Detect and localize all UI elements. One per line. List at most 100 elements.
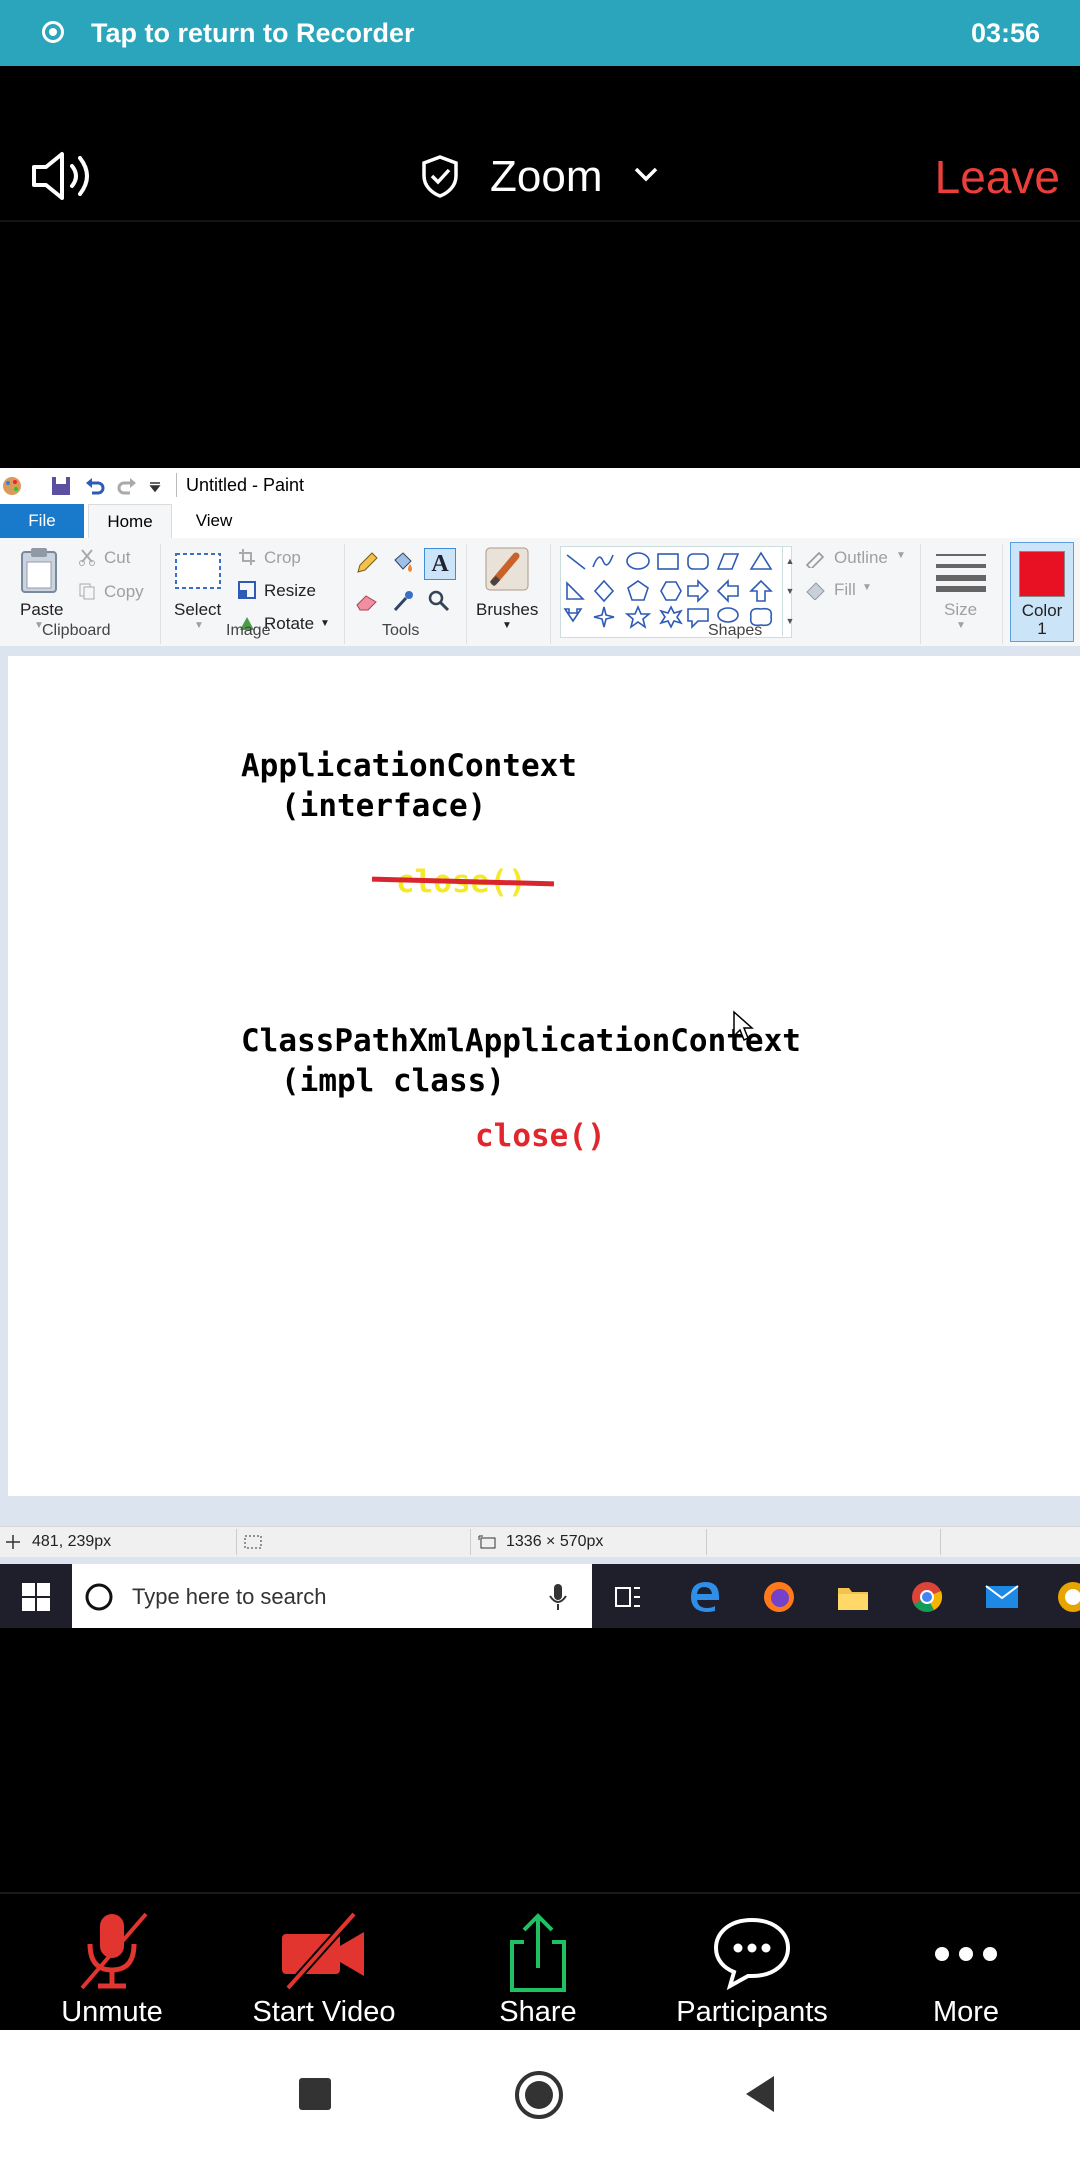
canvas-area: ApplicationContext (interface) close() C… [0,646,1080,1586]
drawing-canvas[interactable]: ApplicationContext (interface) close() C… [8,656,1080,1496]
windows-start-icon[interactable] [22,1583,50,1611]
save-icon[interactable] [50,475,72,497]
shared-screen-paint: Untitled - Paint File Home View Paste ▼ … [0,468,1080,1628]
outline-button[interactable]: Outline [834,548,888,568]
image-group-label: Image [226,622,271,639]
copy-icon[interactable] [78,582,96,600]
participants-button[interactable]: Participants [644,1894,860,2034]
tab-view[interactable]: View [176,504,252,538]
color-1-label: Color [1021,601,1063,620]
recents-button-icon[interactable] [299,2078,331,2110]
paste-button[interactable]: Paste [20,600,63,620]
meeting-title[interactable]: Zoom [490,152,602,202]
resize-button[interactable]: Resize [264,581,316,601]
back-button-icon[interactable] [742,2074,778,2114]
fill-bucket-icon[interactable] [390,550,416,576]
cut-button[interactable]: Cut [104,548,130,568]
start-video-button[interactable]: Start Video [216,1894,432,2034]
clock: 03:56 [970,18,1040,48]
tools-group-label: Tools [382,622,420,639]
share-icon [510,1913,566,1992]
recorder-banner[interactable]: Tap to return to Recorder 03:56 [0,0,1080,66]
task-view-icon[interactable] [612,1582,642,1612]
canvas-size: 1336 × 570px [506,1533,604,1550]
outline-icon[interactable] [804,548,828,568]
cursor-position: 481, 239px [32,1533,112,1550]
copy-button[interactable]: Copy [104,582,144,602]
size-button[interactable]: Size [944,600,977,620]
more-dots-icon [935,1947,997,1961]
video-off-icon [282,1911,364,1991]
quick-access-dropdown-icon[interactable] [148,480,162,494]
file-explorer-icon[interactable] [836,1582,870,1612]
record-icon [42,21,64,43]
paint-app-icon [3,477,21,495]
rotate-button[interactable]: Rotate [264,614,314,634]
unmute-button[interactable]: Unmute [4,1894,220,2034]
unmute-label: Unmute [61,1996,163,2028]
canvas-text-classpath-context: ClassPathXmlApplicationContext [241,1023,801,1059]
redo-icon[interactable] [116,475,138,497]
pencil-icon[interactable] [354,550,380,576]
canvas-text-impl-class: (impl class) [281,1063,505,1099]
meeting-controls: Unmute Start Video Share Participants Mo… [0,1892,1080,2034]
home-button-icon[interactable] [514,2070,564,2120]
fill-button[interactable]: Fill [834,580,856,600]
eraser-icon[interactable] [354,588,380,614]
chat-bubble-icon [713,1917,791,1991]
resize-icon[interactable] [238,581,256,599]
app-icon-partial[interactable] [1056,1580,1080,1614]
mouse-cursor-icon [733,1010,754,1042]
canvas-size-icon [478,1535,496,1549]
select-icon[interactable] [174,552,222,590]
ribbon-home: Paste ▼ Cut Copy Clipboard Select ▼ Crop… [0,538,1080,647]
shapes-scroll[interactable]: ▲ ▼ ▼ [782,546,797,636]
crop-icon[interactable] [238,548,256,566]
firefox-icon[interactable] [762,1580,796,1614]
chrome-icon[interactable] [910,1580,944,1614]
magnifier-icon[interactable] [426,588,452,614]
tab-home[interactable]: Home [88,504,172,538]
clipboard-group-label: Clipboard [42,622,111,639]
color-1-button[interactable]: Color 1 [1010,542,1074,642]
tab-file[interactable]: File [0,504,84,538]
microphone-icon[interactable] [548,1582,568,1612]
text-tool-icon[interactable]: A [424,548,456,580]
more-button[interactable]: More [858,1894,1074,2034]
canvas-text-interface: (interface) [281,788,487,824]
muted-microphone-icon [80,1912,148,1990]
cortana-icon [85,1583,113,1611]
paint-status-bar: 481, 239px 1336 × 570px [0,1526,1080,1557]
share-label: Share [499,1996,577,2028]
canvas-text-close-red: close() [475,1118,606,1154]
taskbar-search-placeholder[interactable]: Type here to search [132,1584,326,1610]
speaker-icon[interactable] [30,150,98,207]
color-1-swatch [1019,551,1065,597]
leave-button[interactable]: Leave [935,150,1060,204]
recorder-banner-text[interactable]: Tap to return to Recorder [91,18,415,49]
edge-browser-icon[interactable] [688,1580,720,1612]
color-picker-icon[interactable] [390,588,416,614]
crop-button[interactable]: Crop [264,548,301,568]
android-nav-bar [0,2030,1080,2160]
brushes-button[interactable]: Brushes [476,600,538,620]
window-title: Untitled - Paint [186,475,305,495]
mail-icon[interactable] [984,1582,1020,1612]
taskbar-search[interactable]: Type here to search [72,1564,592,1628]
participants-label: Participants [676,1996,828,2028]
fill-icon[interactable] [804,580,828,600]
ribbon-tabs: File Home View [0,504,1080,539]
chevron-down-icon[interactable] [632,164,660,189]
select-button[interactable]: Select [174,600,221,620]
size-icon[interactable] [936,552,986,592]
start-video-label: Start Video [252,1996,396,2028]
share-button[interactable]: Share [430,1894,646,2034]
cut-icon[interactable] [78,548,96,566]
shapes-group-label: Shapes [708,622,763,639]
undo-icon[interactable] [84,475,106,497]
paste-icon[interactable] [18,546,62,596]
paint-title-bar: Untitled - Paint [0,468,1080,504]
windows-taskbar: Type here to search [0,1564,1080,1628]
selection-size-icon [244,1535,262,1549]
brushes-icon[interactable] [482,544,532,594]
